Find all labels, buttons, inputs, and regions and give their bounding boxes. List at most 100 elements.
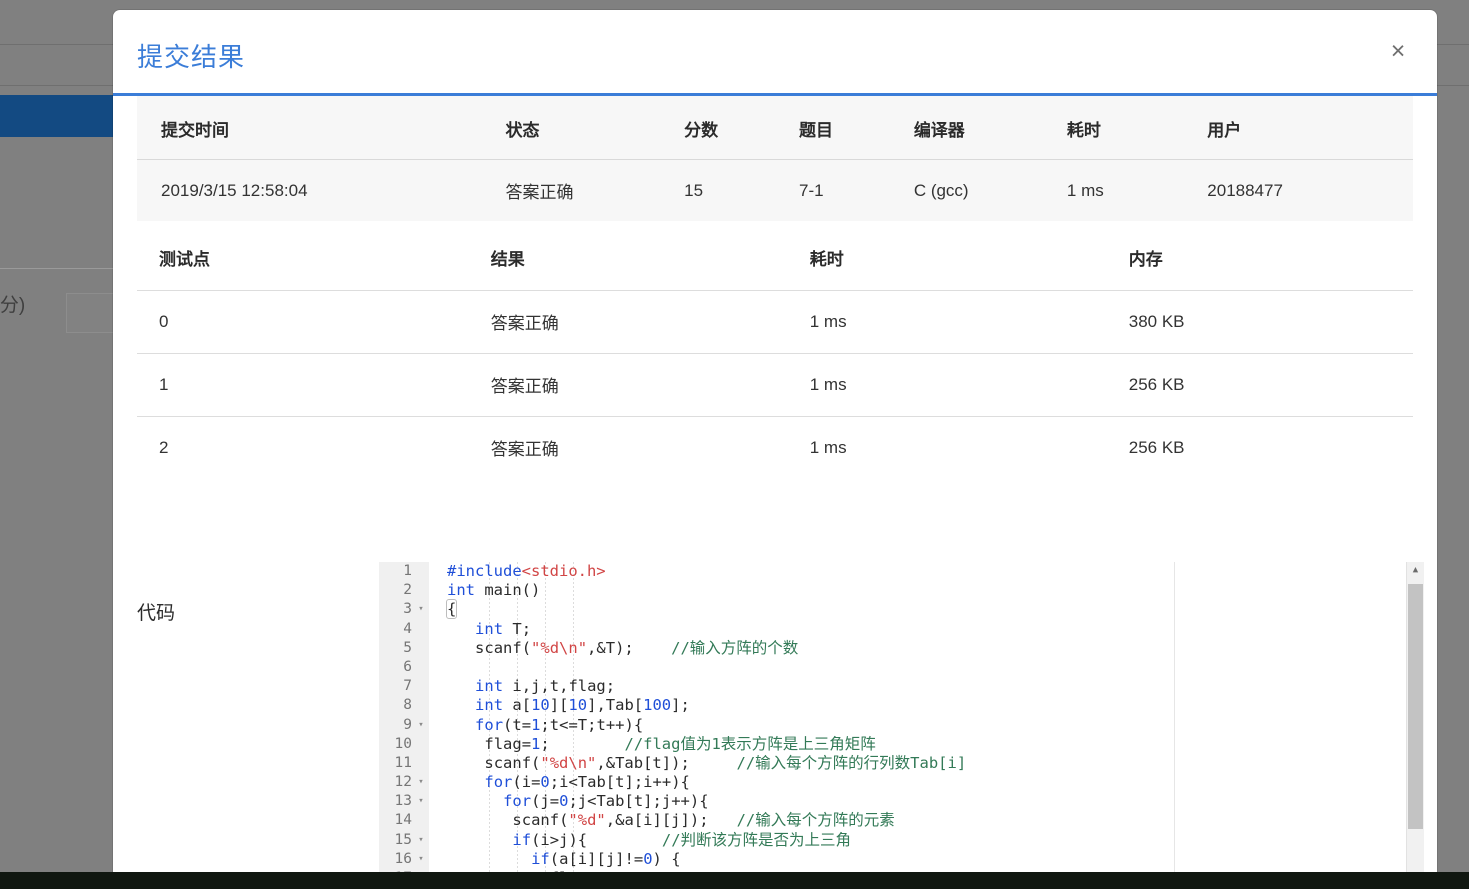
cell-testcase-time: 1 ms xyxy=(787,353,1107,417)
cell-testcase-time: 1 ms xyxy=(787,290,1107,354)
modal-body: 提交时间 状态 分数 题目 编译器 耗时 用户 2019/3/15 12:58:… xyxy=(113,96,1437,879)
background-divider-top xyxy=(0,44,113,45)
code-fold-icon[interactable]: ▾ xyxy=(416,831,426,850)
code-line-number: 16 ▾ xyxy=(379,850,429,869)
background-divider-second xyxy=(0,85,113,86)
table-row: 2019/3/15 12:58:04 答案正确 15 7-1 C (gcc) 1… xyxy=(137,159,1413,221)
cell-testcase-memory: 256 KB xyxy=(1106,416,1413,479)
code-line: if(a[i][j]!=0) { xyxy=(531,849,681,868)
code-line-number: 15 ▾ xyxy=(379,831,429,850)
scrollbar-thumb[interactable] xyxy=(1408,584,1423,829)
testcase-header-row: 测试点 结果 耗时 内存 xyxy=(137,221,1413,291)
modal-header: 提交结果 × xyxy=(113,10,1437,96)
cell-duration: 1 ms xyxy=(1042,159,1184,221)
code-editor[interactable]: 123▾456789▾101112▾13▾1415▾16▾1718192021 … xyxy=(379,562,1437,879)
code-gutter: 123▾456789▾101112▾13▾1415▾16▾1718192021 xyxy=(379,562,429,879)
code-fold-icon[interactable]: ▾ xyxy=(416,850,426,869)
cell-testcase-time: 1 ms xyxy=(787,416,1107,479)
code-line: int T; xyxy=(475,619,532,638)
code-section: 代码 123▾456789▾101112▾13▾1415▾16▾17181920… xyxy=(137,562,1437,879)
code-line: #include<stdio.h> xyxy=(447,562,606,580)
cell-testcase-result: 答案正确 xyxy=(468,353,788,417)
code-content[interactable]: #include<stdio.h> int main(){ int T; scan… xyxy=(429,562,1437,879)
code-fold-icon[interactable]: ▾ xyxy=(416,600,426,619)
cell-testcase-id: 2 xyxy=(137,416,469,479)
code-line: { xyxy=(445,599,458,620)
code-line-number: 2 xyxy=(403,582,412,599)
page-bottom-strip xyxy=(0,872,1469,889)
code-line-number: 7 xyxy=(403,678,412,695)
code-scrollbar[interactable]: ▲ xyxy=(1406,562,1424,879)
col-user: 用户 xyxy=(1183,96,1413,160)
code-line-number: 6 xyxy=(403,658,412,675)
background-clipped-box xyxy=(66,293,113,333)
code-line-number: 14 xyxy=(394,812,412,829)
submission-result-modal: 提交结果 × 提交时间 状态 分数 题目 编译器 耗时 用户 2019/3/15… xyxy=(113,10,1437,882)
code-line-number: 9 ▾ xyxy=(379,716,429,735)
background-page-left: 5 分) xyxy=(0,0,113,889)
code-line: for(t=1;t<=T;t++){ xyxy=(475,715,644,734)
code-label: 代码 xyxy=(137,603,176,624)
cell-testcase-result: 答案正确 xyxy=(468,290,788,354)
cell-submit-time: 2019/3/15 12:58:04 xyxy=(137,159,482,221)
col-problem: 题目 xyxy=(774,96,890,160)
background-nav-bar xyxy=(0,95,113,137)
code-line-number: 3 ▾ xyxy=(379,600,429,619)
cell-score: 15 xyxy=(660,159,775,221)
background-right-divider-second xyxy=(1437,85,1469,86)
code-line-number: 4 xyxy=(403,620,412,637)
background-right-divider-top xyxy=(1437,44,1469,45)
code-line-number: 12 ▾ xyxy=(379,773,429,792)
table-row: 0 答案正确 1 ms 380 KB xyxy=(137,290,1413,354)
cell-testcase-memory: 380 KB xyxy=(1106,290,1413,354)
cell-testcase-memory: 256 KB xyxy=(1106,353,1413,417)
code-line-number: 13 ▾ xyxy=(379,792,429,811)
code-line: scanf("%d",&a[i][j]); //输入每个方阵的元素 xyxy=(512,811,895,830)
code-line-number: 1 xyxy=(403,563,412,579)
close-icon[interactable]: × xyxy=(1383,36,1413,66)
code-line: if(i>j){ //判断该方阵是否为上三角 xyxy=(512,830,852,849)
col-testcase-time: 耗时 xyxy=(787,221,1107,291)
code-fold-icon[interactable]: ▾ xyxy=(416,792,426,811)
code-line: int main() xyxy=(447,581,541,600)
code-line-number: 11 xyxy=(394,754,412,771)
code-line-number: 10 xyxy=(394,735,412,752)
cell-testcase-id: 1 xyxy=(137,353,469,417)
col-status: 状态 xyxy=(481,96,661,160)
print-margin-line xyxy=(1174,562,1175,879)
col-testcase-id: 测试点 xyxy=(137,221,469,291)
col-compiler: 编译器 xyxy=(889,96,1043,160)
scroll-up-icon[interactable]: ▲ xyxy=(1407,562,1424,579)
code-fold-icon[interactable]: ▾ xyxy=(416,716,426,735)
code-line: int i,j,t,flag; xyxy=(475,677,616,696)
col-testcase-result: 结果 xyxy=(468,221,788,291)
code-fold-icon[interactable]: ▾ xyxy=(416,773,426,792)
page-title: 提交结果 xyxy=(137,42,246,72)
code-line-number: 8 xyxy=(403,697,412,714)
table-row: 2 答案正确 1 ms 256 KB xyxy=(137,416,1413,479)
background-divider-mid xyxy=(0,268,113,269)
col-score: 分数 xyxy=(660,96,775,160)
code-line: for(j=0;j<Tab[t];j++){ xyxy=(503,792,709,811)
cell-compiler: C (gcc) xyxy=(889,159,1043,221)
background-page-right xyxy=(1437,0,1469,889)
code-line: for(i=0;i<Tab[t];i++){ xyxy=(484,773,690,792)
col-testcase-memory: 内存 xyxy=(1106,221,1413,291)
cell-testcase-id: 0 xyxy=(137,290,469,354)
code-line: scanf("%d\n",&Tab[t]); //输入每个方阵的行列数Tab[i… xyxy=(484,753,967,772)
code-line: int a[10][10],Tab[100]; xyxy=(475,696,690,715)
col-submit-time: 提交时间 xyxy=(137,96,482,160)
table-row: 1 答案正确 1 ms 256 KB xyxy=(137,353,1413,417)
problem-link[interactable]: 7-1 xyxy=(774,159,890,221)
table-header-row: 提交时间 状态 分数 题目 编译器 耗时 用户 xyxy=(137,96,1413,160)
submission-summary-table: 提交时间 状态 分数 题目 编译器 耗时 用户 2019/3/15 12:58:… xyxy=(137,96,1413,221)
col-duration: 耗时 xyxy=(1042,96,1184,160)
cell-testcase-result: 答案正确 xyxy=(468,416,788,479)
code-line: flag=1; //flag值为1表示方阵是上三角矩阵 xyxy=(484,734,876,753)
status-badge: 答案正确 xyxy=(481,159,661,221)
cell-user: 20188477 xyxy=(1183,159,1413,221)
testcase-table: 测试点 结果 耗时 内存 0 答案正确 1 ms 380 KB 1 答案正确 1… xyxy=(137,221,1413,479)
code-line-number: 5 xyxy=(403,639,412,656)
code-line: scanf("%d\n",&T); //输入方阵的个数 xyxy=(475,638,799,657)
